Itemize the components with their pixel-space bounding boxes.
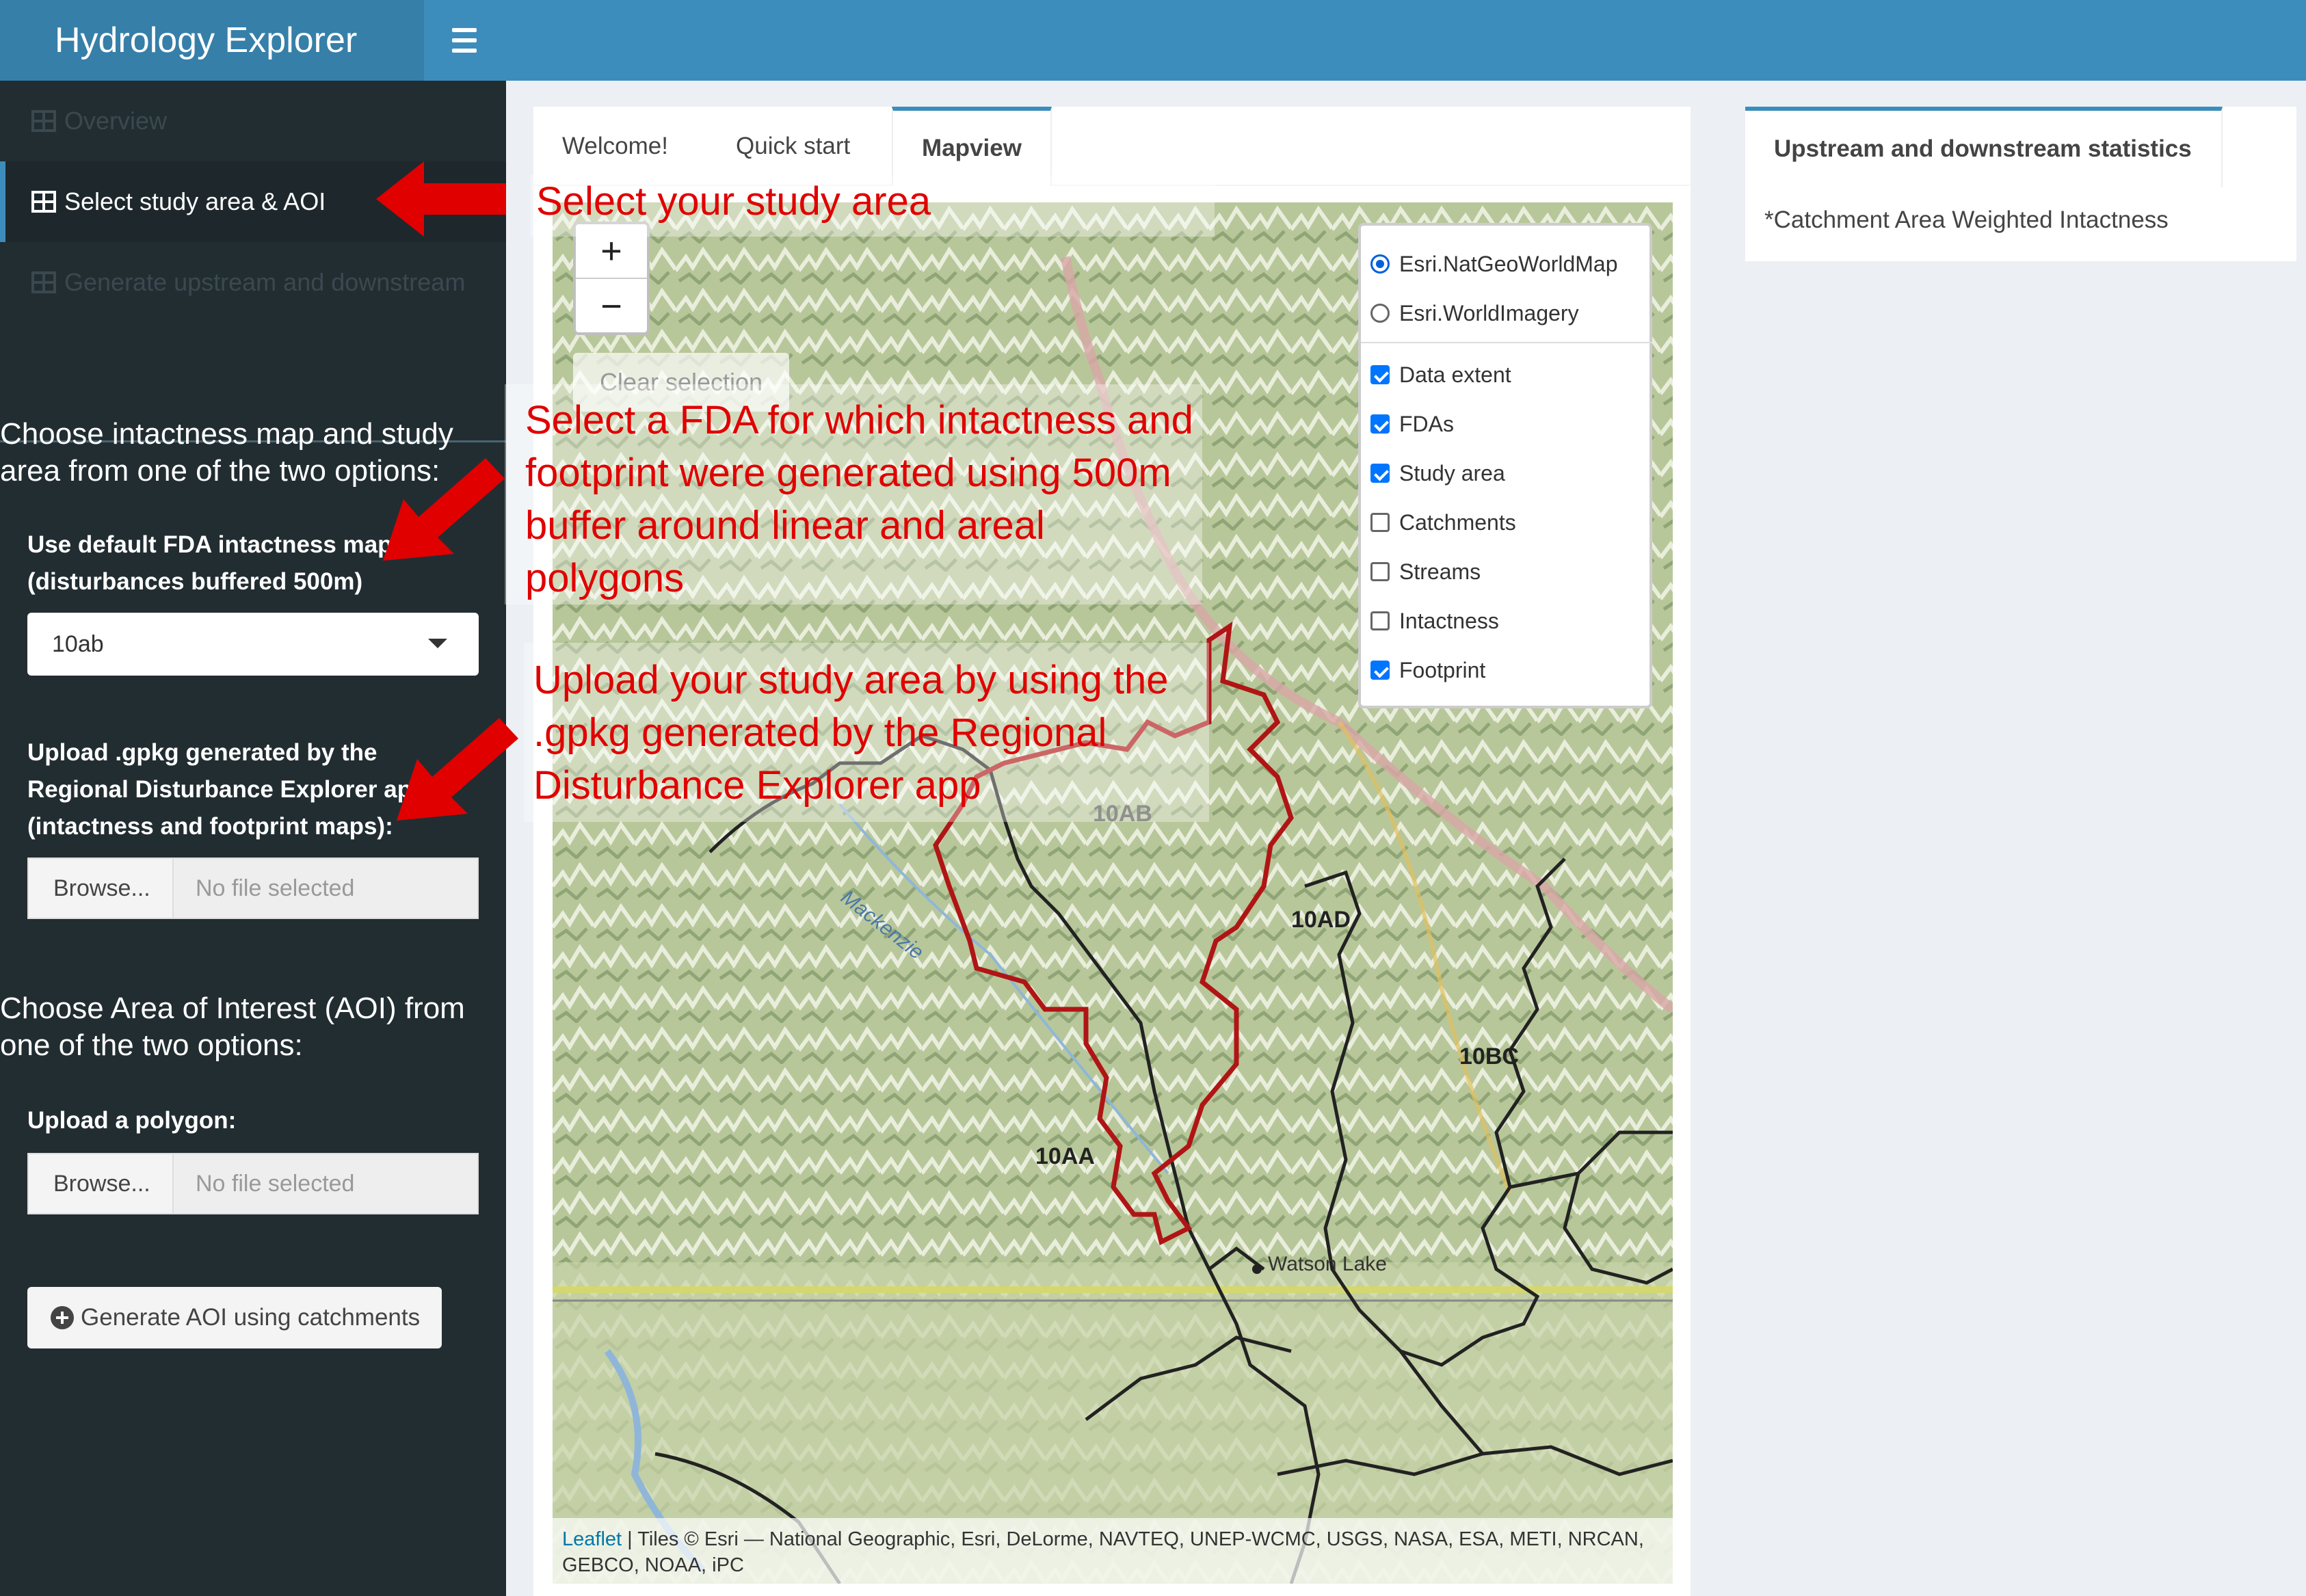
sidebar-item-overview[interactable]: Overview [0, 81, 506, 161]
annotation-study-area: Select your study area [536, 179, 931, 224]
layer-label: Study area [1399, 460, 1505, 486]
statistics-note: *Catchment Area Weighted Intactness [1764, 207, 2169, 233]
sidebar-item-label: Select study area & AOI [64, 187, 326, 215]
basemap-worldimagery[interactable]: Esri.WorldImagery [1370, 289, 1643, 338]
top-navbar [424, 0, 2306, 81]
browse-button[interactable]: Browse... [27, 857, 174, 919]
generate-aoi-label: Generate AOI using catchments [81, 1304, 421, 1331]
plus-circle-icon [51, 1306, 74, 1329]
sidebar-item-label: Overview [64, 107, 168, 135]
layer-label: Data extent [1399, 362, 1511, 387]
main-tabbox: Welcome! Quick start Mapview 10AB 10AD 1… [533, 107, 1691, 1596]
browse-button[interactable]: Browse... [27, 1153, 174, 1214]
fda-label: 10AA [1035, 1143, 1095, 1169]
checkbox-unchecked-icon[interactable] [1370, 513, 1390, 532]
attribution-text: | Tiles © Esri — National Geographic, Es… [562, 1528, 1644, 1576]
radio-checked-icon[interactable] [1370, 254, 1390, 274]
radio-unchecked-icon[interactable] [1370, 304, 1390, 323]
fda-label: 10AD [1291, 907, 1351, 933]
file-name-display: No file selected [174, 857, 479, 919]
tab-welcome[interactable]: Welcome! [562, 107, 668, 186]
table-icon [31, 271, 56, 293]
table-icon [31, 110, 56, 132]
polygon-file-input[interactable]: Browse... No file selected [27, 1153, 479, 1214]
gpkg-file-input[interactable]: Browse... No file selected [27, 857, 479, 919]
fda-label: 10BC [1459, 1043, 1519, 1069]
table-icon [31, 191, 56, 213]
zoom-control: + − [573, 222, 650, 335]
red-arrow-icon [376, 161, 506, 237]
checkbox-unchecked-icon[interactable] [1370, 611, 1390, 630]
overlay-streams[interactable]: Streams [1370, 547, 1643, 596]
tab-quick-start[interactable]: Quick start [736, 107, 850, 186]
file-name-display: No file selected [174, 1153, 479, 1214]
upload-gpkg-label: Upload .gpkg generated by the Regional D… [27, 739, 427, 840]
tab-header: Welcome! Quick start Mapview [533, 107, 1691, 186]
upload-polygon-label: Upload a polygon: [27, 1107, 237, 1134]
sidebar: Overview Select study area & AOI Generat… [0, 81, 506, 1596]
layer-label: Esri.WorldImagery [1399, 300, 1579, 325]
zoom-out-button[interactable]: − [576, 279, 647, 334]
overlay-fdas[interactable]: FDAs [1370, 399, 1643, 449]
overlay-catchments[interactable]: Catchments [1370, 498, 1643, 547]
layer-label: Esri.NatGeoWorldMap [1399, 251, 1618, 276]
red-arrow-icon [383, 458, 505, 561]
app-title: Hydrology Explorer [55, 21, 358, 60]
tab-upstream-downstream-statistics[interactable]: Upstream and downstream statistics [1745, 107, 2223, 187]
annotation-upload: Upload your study area by using the .gpk… [533, 658, 1169, 808]
layers-control: Esri.NatGeoWorldMap Esri.WorldImagery Da… [1358, 223, 1652, 708]
app-logo[interactable]: Hydrology Explorer [0, 0, 424, 81]
layer-label: Intactness [1399, 608, 1499, 633]
overlay-footprint[interactable]: Footprint [1370, 646, 1643, 695]
checkbox-checked-icon[interactable] [1370, 464, 1390, 483]
layer-label: FDAs [1399, 411, 1454, 436]
basemap-natgeo[interactable]: Esri.NatGeoWorldMap [1370, 239, 1643, 289]
fda-select-value: 10ab [52, 630, 104, 657]
hamburger-menu-icon[interactable] [424, 0, 505, 81]
layer-label: Catchments [1399, 509, 1516, 535]
fda-select[interactable]: 10ab [27, 613, 479, 676]
checkbox-checked-icon[interactable] [1370, 365, 1390, 384]
checkbox-checked-icon[interactable] [1370, 414, 1390, 434]
map-attribution: Leaflet | Tiles © Esri — National Geogra… [553, 1518, 1673, 1584]
annotation-fda: Select a FDA for which intactness and fo… [525, 398, 1193, 600]
caret-down-icon [428, 639, 447, 648]
leaflet-link[interactable]: Leaflet [562, 1528, 622, 1550]
layer-label: Streams [1399, 559, 1481, 584]
layer-label: Footprint [1399, 657, 1486, 682]
checkbox-unchecked-icon[interactable] [1370, 562, 1390, 581]
statistics-panel: Upstream and downstream statistics *Catc… [1745, 107, 2296, 261]
aoi-heading: Choose Area of Interest (AOI) from one o… [0, 992, 465, 1062]
red-arrow-icon [397, 718, 518, 821]
checkbox-checked-icon[interactable] [1370, 661, 1390, 680]
generate-aoi-button[interactable]: Generate AOI using catchments [27, 1287, 442, 1348]
place-label: Watson Lake [1268, 1253, 1387, 1275]
overlay-data-extent[interactable]: Data extent [1370, 350, 1643, 399]
sidebar-item-generate-upstream[interactable]: Generate upstream and downstream [0, 242, 506, 323]
layers-separator [1361, 342, 1652, 343]
tab-mapview[interactable]: Mapview [892, 107, 1052, 186]
overlay-intactness[interactable]: Intactness [1370, 596, 1643, 646]
sidebar-item-label: Generate upstream and downstream [64, 268, 466, 296]
overlay-study-area[interactable]: Study area [1370, 449, 1643, 498]
